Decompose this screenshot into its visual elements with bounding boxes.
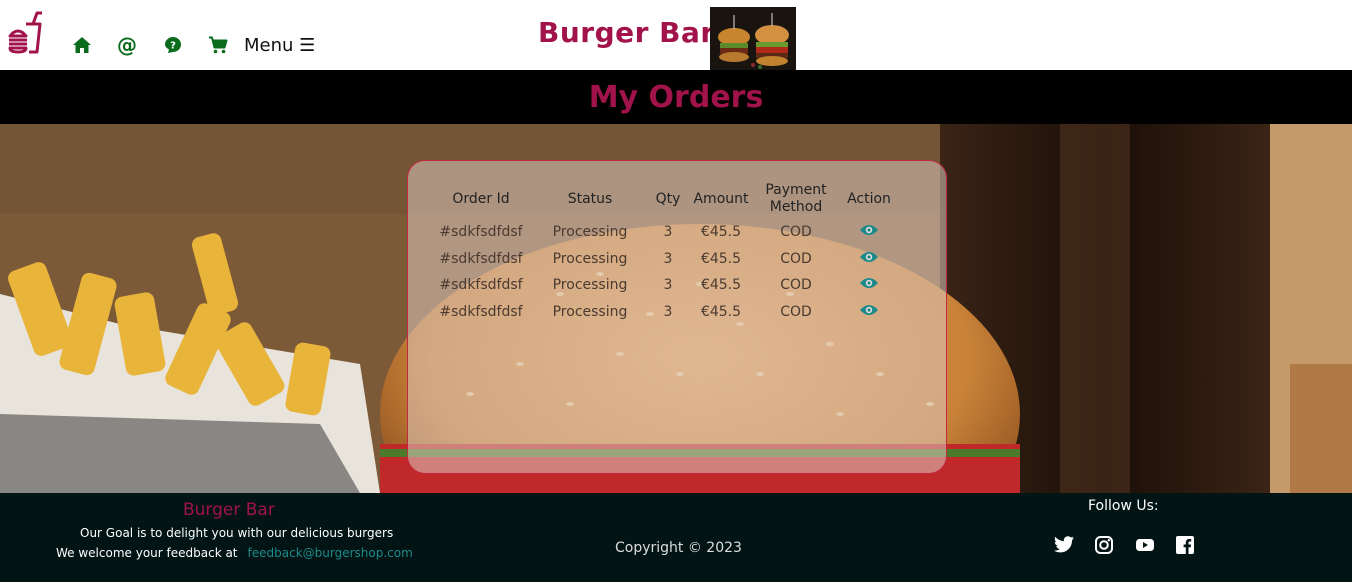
order-payment: COD bbox=[780, 224, 812, 241]
order-id: #sdkfsdfdsf bbox=[439, 277, 523, 294]
home-icon[interactable] bbox=[71, 34, 93, 56]
order-amount: €45.5 bbox=[700, 250, 742, 267]
order-qty: 3 bbox=[663, 250, 673, 267]
follow-us-label: Follow Us: bbox=[1088, 498, 1159, 514]
column-payment-method: Payment Method bbox=[765, 182, 827, 215]
help-icon[interactable]: ? bbox=[162, 34, 184, 56]
facebook-icon[interactable] bbox=[1175, 535, 1195, 555]
column-qty: Qty bbox=[655, 190, 681, 207]
orders-table-header: Order Id Status Qty Amount Payment Metho… bbox=[432, 179, 902, 219]
footer: Burger Bar Our Goal is to delight you wi… bbox=[0, 493, 1352, 582]
table-row: #sdkfsdfdsf Processing 3 €45.5 COD bbox=[432, 246, 902, 273]
brand-title[interactable]: Burger Bar bbox=[538, 16, 715, 49]
fast-food-icon[interactable] bbox=[6, 10, 50, 56]
cart-icon[interactable] bbox=[207, 34, 229, 56]
order-qty: 3 bbox=[663, 224, 673, 241]
svg-text:?: ? bbox=[170, 41, 176, 52]
order-amount: €45.5 bbox=[700, 303, 742, 320]
menu-button[interactable]: Menu ☰ bbox=[244, 35, 315, 56]
title-bar: My Orders bbox=[0, 70, 1352, 124]
eye-icon[interactable] bbox=[859, 276, 879, 294]
view-order-button[interactable] bbox=[836, 219, 902, 246]
order-id: #sdkfsdfdsf bbox=[439, 224, 523, 241]
copyright: Copyright © 2023 bbox=[615, 540, 742, 556]
order-status: Processing bbox=[552, 277, 628, 294]
order-status: Processing bbox=[552, 303, 628, 320]
footer-feedback: We welcome your feedback at feedback@burg… bbox=[56, 546, 413, 560]
order-id: #sdkfsdfdsf bbox=[439, 303, 523, 320]
column-status: Status bbox=[567, 190, 613, 207]
order-amount: €45.5 bbox=[700, 277, 742, 294]
orders-card: Order Id Status Qty Amount Payment Metho… bbox=[407, 160, 947, 474]
feedback-text: We welcome your feedback at bbox=[56, 546, 238, 560]
column-order-id: Order Id bbox=[452, 190, 510, 207]
order-payment: COD bbox=[780, 250, 812, 267]
view-order-button[interactable] bbox=[836, 246, 902, 273]
youtube-icon[interactable] bbox=[1135, 535, 1155, 555]
instagram-icon[interactable] bbox=[1094, 535, 1114, 555]
order-status: Processing bbox=[552, 224, 628, 241]
page-title: My Orders bbox=[588, 79, 764, 115]
orders-table: Order Id Status Qty Amount Payment Metho… bbox=[432, 179, 902, 325]
column-action: Action bbox=[847, 190, 891, 207]
column-amount: Amount bbox=[693, 190, 749, 207]
order-id: #sdkfsdfdsf bbox=[439, 250, 523, 267]
footer-brand: Burger Bar bbox=[183, 500, 275, 520]
order-payment: COD bbox=[780, 303, 812, 320]
table-row: #sdkfsdfdsf Processing 3 €45.5 COD bbox=[432, 299, 902, 326]
order-qty: 3 bbox=[663, 277, 673, 294]
eye-icon[interactable] bbox=[859, 223, 879, 241]
footer-goal: Our Goal is to delight you with our deli… bbox=[80, 526, 394, 540]
burger-photo bbox=[710, 7, 796, 70]
eye-icon[interactable] bbox=[859, 303, 879, 321]
order-payment: COD bbox=[780, 277, 812, 294]
feedback-email-link[interactable]: feedback@burgershop.com bbox=[248, 546, 413, 560]
twitter-icon[interactable] bbox=[1054, 535, 1074, 555]
view-order-button[interactable] bbox=[836, 299, 902, 326]
order-qty: 3 bbox=[663, 303, 673, 320]
at-icon[interactable]: @ bbox=[116, 34, 138, 56]
order-status: Processing bbox=[552, 250, 628, 267]
view-order-button[interactable] bbox=[836, 272, 902, 299]
table-row: #sdkfsdfdsf Processing 3 €45.5 COD bbox=[432, 219, 902, 246]
top-header: @ ? Menu ☰ Burger Bar bbox=[0, 0, 1352, 70]
table-row: #sdkfsdfdsf Processing 3 €45.5 COD bbox=[432, 272, 902, 299]
eye-icon[interactable] bbox=[859, 250, 879, 268]
order-amount: €45.5 bbox=[700, 224, 742, 241]
